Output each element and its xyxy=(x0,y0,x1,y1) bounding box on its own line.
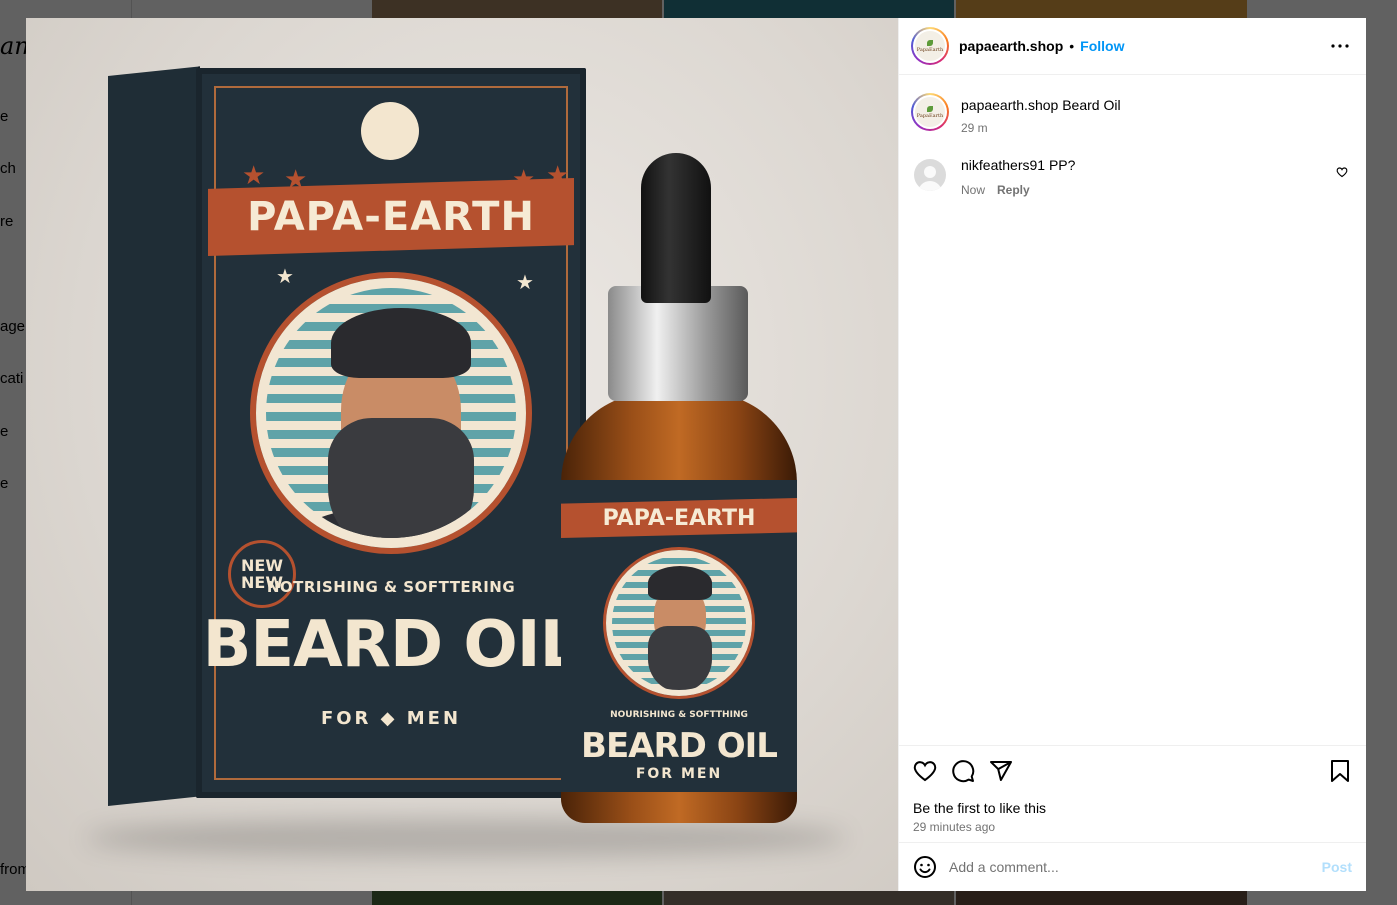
bottle-collar xyxy=(608,286,748,401)
comment-text-line: nikfeathers91 PP? xyxy=(961,157,1336,173)
bottle-portrait-beard xyxy=(648,626,712,690)
avatar-body xyxy=(918,181,942,191)
post-modal: ★ ★ ★ ★ ★ ★ PAPA-EARTH NEW NEW NOTRISHIN… xyxy=(26,18,1366,891)
save-bookmark-icon[interactable] xyxy=(1328,759,1352,783)
comment-meta: Now Reply xyxy=(961,183,1336,197)
action-icons xyxy=(913,758,1352,784)
top-hat-emblem xyxy=(361,102,419,160)
comments-section: PapaEarth papaearth.shop Beard Oil 29 m xyxy=(899,75,1366,745)
avatar[interactable]: PapaEarth xyxy=(911,27,949,65)
avatar-logo-text: PapaEarth xyxy=(916,112,944,119)
comment-like-heart-icon[interactable] xyxy=(1336,165,1352,183)
leaf-icon xyxy=(927,105,933,112)
like-heart-icon[interactable] xyxy=(913,759,937,783)
box-subtitle: NOTRISHING & SOFTTERING xyxy=(266,578,516,596)
reply-button[interactable]: Reply xyxy=(997,183,1030,197)
post-header: PapaEarth papaearth.shop • Follow xyxy=(899,18,1366,75)
comment-time[interactable]: Now xyxy=(961,183,985,197)
caption-username[interactable]: papaearth.shop xyxy=(961,97,1058,113)
comment-item: nikfeathers91 PP? Now Reply xyxy=(911,155,1352,197)
post-comment-button[interactable]: Post xyxy=(1322,859,1352,875)
image-shadow xyxy=(86,818,846,858)
leaf-icon xyxy=(927,39,933,46)
bottle-product-name: BEARD OIL xyxy=(581,726,778,766)
portrait-hair xyxy=(331,308,471,378)
caption-text: Beard Oil xyxy=(1062,97,1121,113)
avatar-frame: PapaEarth xyxy=(913,95,947,129)
box-brand-banner: PAPA-EARTH xyxy=(208,178,574,256)
likes-text: Be the first to like this xyxy=(913,800,1047,816)
comment-body: nikfeathers91 PP? Now Reply xyxy=(961,157,1336,197)
comment-bubble-icon[interactable] xyxy=(951,759,975,783)
more-options-icon[interactable] xyxy=(1328,34,1352,58)
caption: PapaEarth papaearth.shop Beard Oil 29 m xyxy=(911,93,1352,135)
share-paper-plane-icon[interactable] xyxy=(989,759,1013,783)
bottle-for-men: FOR MEN xyxy=(635,766,723,782)
box-medallion xyxy=(256,278,526,548)
box-side-panel xyxy=(108,66,200,806)
box-for-men: FOR ◆ MEN xyxy=(320,708,462,729)
caption-body: papaearth.shop Beard Oil 29 m xyxy=(961,97,1121,135)
comment-username[interactable]: nikfeathers91 xyxy=(961,157,1045,173)
post-image[interactable]: ★ ★ ★ ★ ★ ★ PAPA-EARTH NEW NEW NOTRISHIN… xyxy=(26,18,898,891)
avatar-head xyxy=(924,166,936,178)
brand-logo: PapaEarth xyxy=(915,97,945,127)
post-time-ago[interactable]: 29 minutes ago xyxy=(913,820,1352,834)
add-comment-bar: Post xyxy=(899,842,1366,891)
header-username[interactable]: papaearth.shop xyxy=(959,38,1063,54)
new-badge: NEW NEW xyxy=(228,540,296,608)
bottle-dropper-cap xyxy=(641,153,711,303)
bottle-label: PAPA-EARTH NOURISHING & SOFTTHING BEARD … xyxy=(561,480,797,792)
bottle-medallion xyxy=(606,550,752,696)
header-separator: • xyxy=(1069,38,1075,54)
box-product-name: BEARD OIL xyxy=(202,608,581,682)
post-side-panel: PapaEarth papaearth.shop • Follow PapaEa… xyxy=(898,18,1366,891)
brand-logo: PapaEarth xyxy=(915,31,945,61)
avatar[interactable]: PapaEarth xyxy=(911,93,949,131)
follow-button[interactable]: Follow xyxy=(1080,38,1124,54)
box-brand-text: PAPA-EARTH xyxy=(247,194,535,240)
bottle-brand-banner: PAPA-EARTH xyxy=(561,498,797,538)
caption-time[interactable]: 29 m xyxy=(961,121,1121,135)
comment-text: PP? xyxy=(1048,157,1076,173)
product-box: ★ ★ ★ ★ ★ ★ PAPA-EARTH NEW NEW NOTRISHIN… xyxy=(196,68,586,798)
bottle-subtitle: NOURISHING & SOFTTHING xyxy=(610,710,748,720)
emoji-smile-icon[interactable] xyxy=(913,855,937,879)
star-icon: ★ xyxy=(516,272,534,294)
bottle-portrait-hair xyxy=(648,566,712,600)
portrait-beard xyxy=(328,418,474,538)
star-icon: ★ xyxy=(276,266,294,288)
comment-input[interactable] xyxy=(949,859,1322,875)
post-actions: Be the first to like this 29 minutes ago xyxy=(899,745,1366,842)
avatar-frame: PapaEarth xyxy=(913,29,947,63)
default-avatar-icon[interactable] xyxy=(914,159,946,191)
avatar-logo-text: PapaEarth xyxy=(916,46,944,53)
star-icon: ★ xyxy=(242,160,266,190)
